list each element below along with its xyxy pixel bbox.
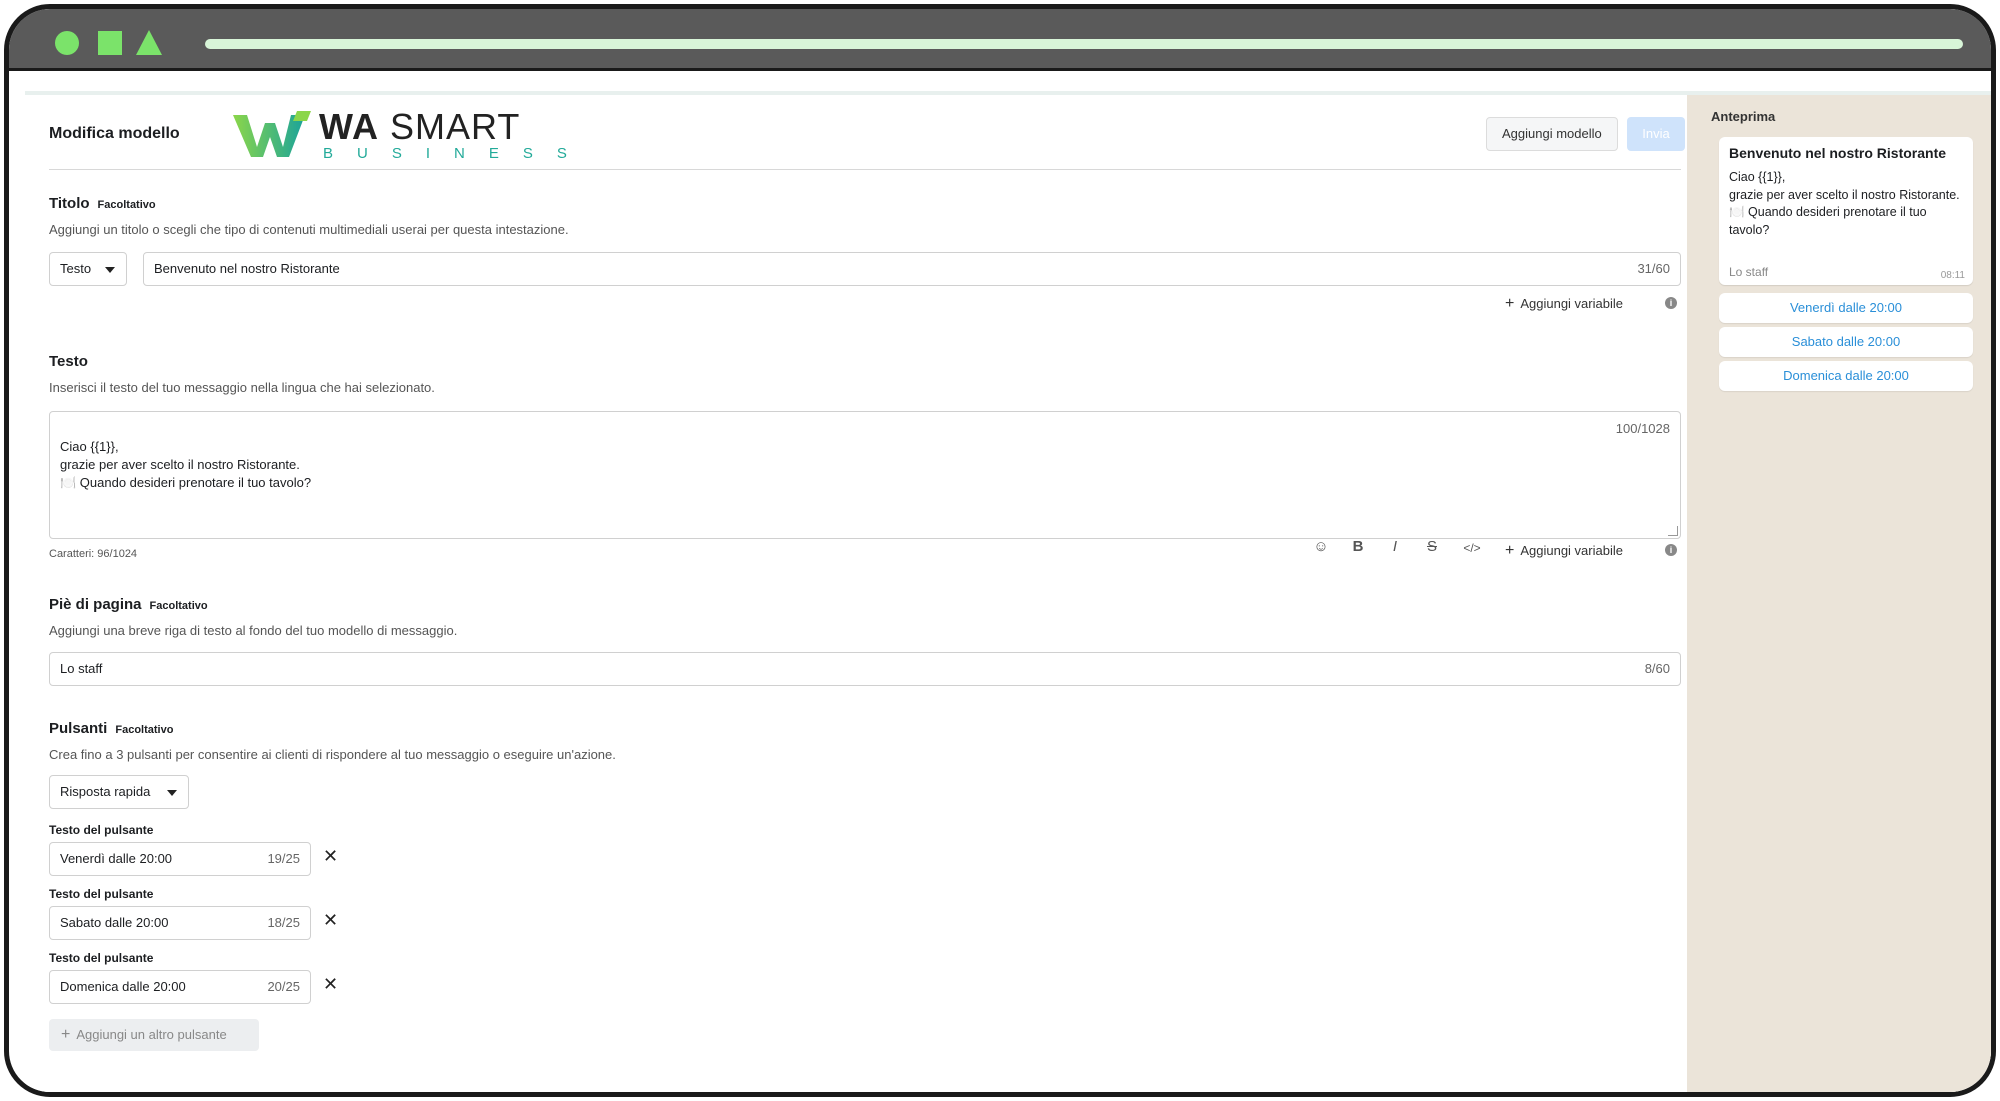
optional-tag: Facoltativo (115, 724, 174, 736)
optional-tag: Facoltativo (149, 600, 208, 612)
logo-wordmark: WA SMART (319, 106, 521, 147)
preview-panel: Anteprima Benvenuto nel nostro Ristorant… (1687, 95, 1991, 1092)
caret-down-icon (167, 790, 177, 796)
add-variable-button[interactable]: + Aggiungi variabile (1505, 295, 1623, 313)
square-icon (98, 31, 122, 55)
preview-heading: Anteprima (1711, 109, 1776, 124)
plus-icon: + (61, 1026, 71, 1043)
code-icon[interactable]: </> (1457, 541, 1487, 555)
title-section-heading: Titolo Facoltativo (49, 195, 156, 212)
body-counter: 100/1028 (1615, 421, 1670, 436)
buttons-section-heading: Pulsanti Facoltativo (49, 720, 174, 737)
device-frame: Modifica modello WA SMART BUSINESS Aggiu… (4, 4, 1996, 1097)
body-add-variable-button[interactable]: + Aggiungi variabile (1505, 542, 1623, 560)
body-section-heading: Testo (49, 353, 88, 370)
circle-icon (55, 31, 79, 55)
plus-icon: + (1505, 295, 1515, 312)
optional-tag: Facoltativo (97, 199, 156, 211)
title-hint: Aggiungi un titolo o scegli che tipo di … (49, 222, 569, 237)
body-hint: Inserisci il testo del tuo messaggio nel… (49, 380, 435, 395)
footer-hint: Aggiungi una breve riga di testo al fond… (49, 623, 458, 638)
caret-down-icon (105, 267, 115, 273)
editor-header: Modifica modello WA SMART BUSINESS Aggiu… (49, 95, 1685, 170)
triangle-icon (136, 30, 162, 55)
bold-icon[interactable]: B (1348, 538, 1368, 555)
title-type-select[interactable]: Testo (49, 252, 127, 286)
add-another-button[interactable]: + Aggiungi un altro pulsante (49, 1019, 259, 1051)
resize-handle[interactable] (1668, 526, 1678, 536)
close-icon[interactable]: ✕ (323, 910, 338, 931)
page-title: Modifica modello (49, 125, 180, 142)
browser-topbar (9, 9, 1991, 71)
footer-section-heading: Piè di pagina Facoltativo (49, 596, 208, 613)
char-count: Caratteri: 96/1024 (49, 548, 138, 560)
button-text-label: Testo del pulsante (49, 823, 154, 837)
close-icon[interactable]: ✕ (323, 846, 338, 867)
info-icon[interactable]: i (1665, 297, 1677, 309)
quick-reply-button[interactable]: Sabato dalle 20:00 (1719, 327, 1973, 357)
button-counter: 18/25 (267, 915, 300, 930)
title-counter: 31/60 (1637, 261, 1670, 276)
italic-icon[interactable]: I (1385, 538, 1405, 555)
message-bubble: Benvenuto nel nostro Ristorante Ciao {{1… (1719, 137, 1973, 285)
bubble-time: 08:11 (1940, 270, 1965, 281)
emoji-icon[interactable]: ☺ (1311, 538, 1331, 555)
buttons-hint: Crea fino a 3 pulsanti per consentire ai… (49, 747, 616, 762)
button-text-input[interactable]: Venerdì dalle 20:00 19/25 (49, 842, 311, 876)
logo-subtitle: BUSINESS (323, 145, 591, 162)
template-editor: Modifica modello WA SMART BUSINESS Aggiu… (25, 95, 1687, 1092)
button-counter: 19/25 (267, 851, 300, 866)
button-text-input[interactable]: Domenica dalle 20:00 20/25 (49, 970, 311, 1004)
footer-counter: 8/60 (1644, 661, 1670, 676)
plus-icon: + (1505, 542, 1515, 559)
button-type-select[interactable]: Risposta rapida (49, 775, 189, 809)
bubble-title: Benvenuto nel nostro Ristorante (1729, 145, 1947, 161)
footer-input[interactable]: Lo staff 8/60 (49, 652, 1681, 686)
body-textarea[interactable]: Ciao {{1}}, grazie per aver scelto il no… (49, 411, 1681, 539)
wa-smart-business-logo: WA SMART BUSINESS (231, 106, 567, 163)
quick-reply-button[interactable]: Domenica dalle 20:00 (1719, 361, 1973, 391)
logo-mark-icon (233, 111, 311, 157)
add-model-button[interactable]: Aggiungi modello (1486, 117, 1618, 151)
button-text-label: Testo del pulsante (49, 887, 154, 901)
send-button[interactable]: Invia (1627, 117, 1685, 151)
quick-reply-button[interactable]: Venerdì dalle 20:00 (1719, 293, 1973, 323)
button-text-label: Testo del pulsante (49, 951, 154, 965)
bubble-body: Ciao {{1}}, grazie per aver scelto il no… (1729, 170, 1960, 237)
address-bar[interactable] (205, 39, 1963, 49)
button-counter: 20/25 (267, 979, 300, 994)
title-input[interactable]: Benvenuto nel nostro Ristorante 31/60 (143, 252, 1681, 286)
info-icon[interactable]: i (1665, 544, 1677, 556)
strikethrough-icon[interactable]: S (1422, 538, 1442, 555)
app-screen: Modifica modello WA SMART BUSINESS Aggiu… (25, 91, 1991, 1092)
close-icon[interactable]: ✕ (323, 974, 338, 995)
button-text-input[interactable]: Sabato dalle 20:00 18/25 (49, 906, 311, 940)
bubble-footer: Lo staff (1729, 265, 1769, 279)
